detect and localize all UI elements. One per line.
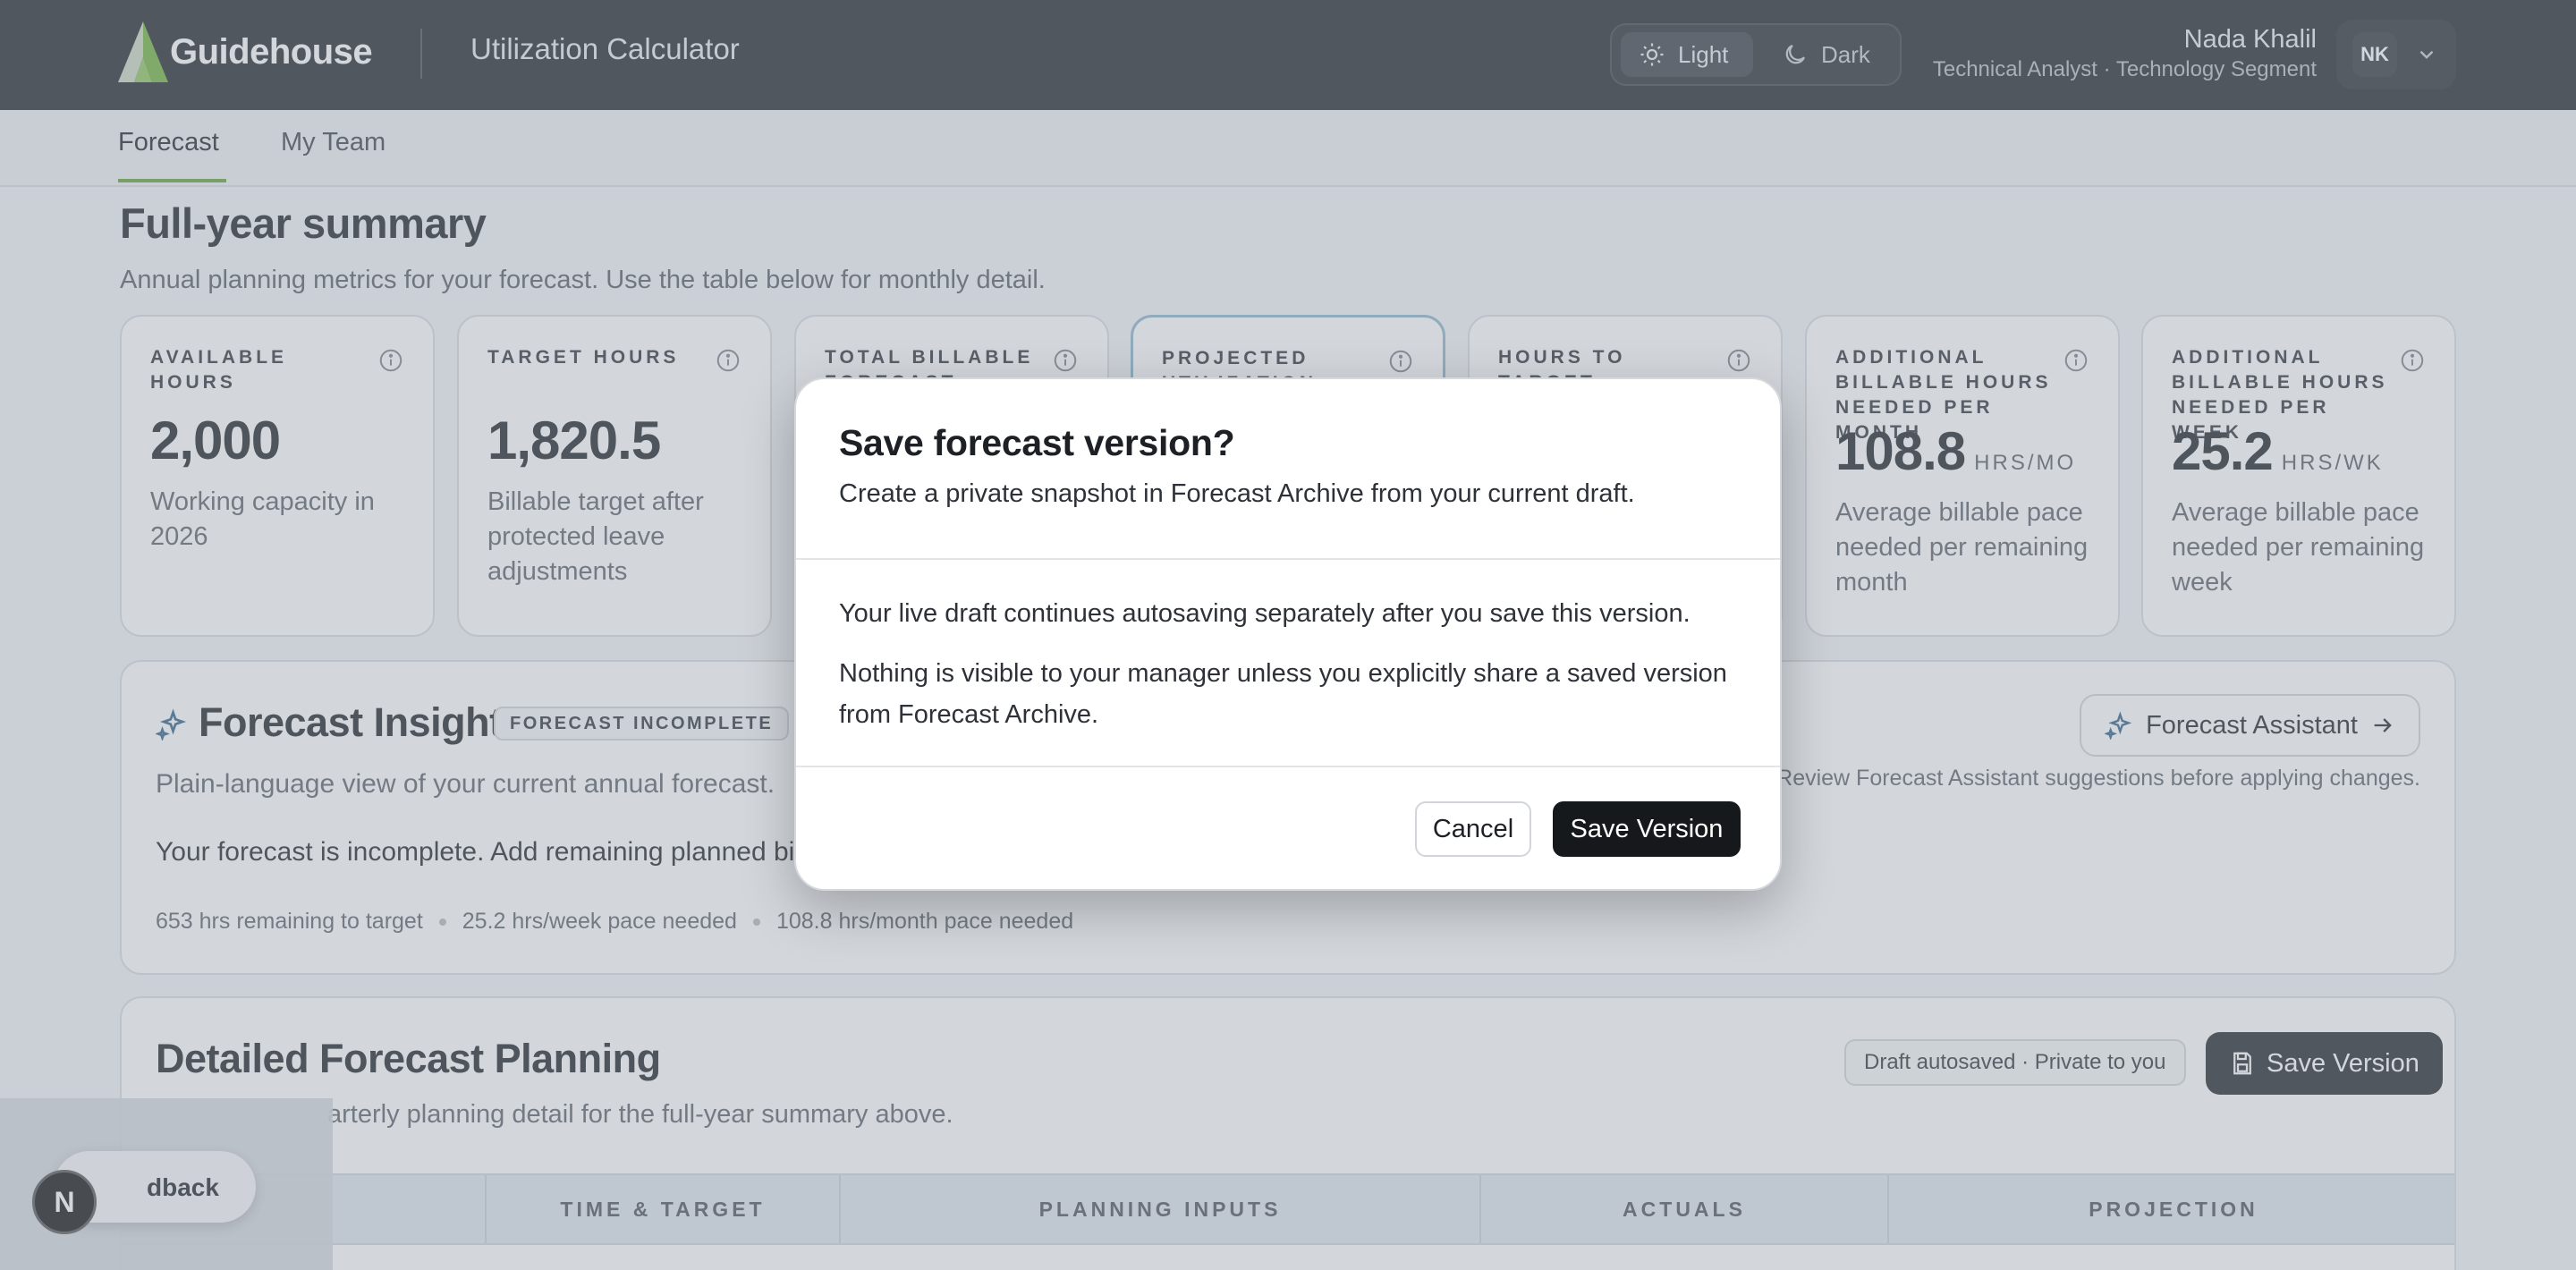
- dialog-divider: [796, 558, 1780, 560]
- confirm-save-version-button[interactable]: Save Version: [1553, 801, 1741, 857]
- dialog-subtitle: Create a private snapshot in Forecast Ar…: [839, 479, 1635, 508]
- dialog-paragraph-privacy: Nothing is visible to your manager unles…: [839, 659, 1727, 729]
- dialog-paragraph-autosave: Your live draft continues autosaving sep…: [839, 599, 1690, 628]
- cancel-button[interactable]: Cancel: [1415, 801, 1531, 857]
- dialog-divider: [796, 766, 1780, 767]
- dialog-title: Save forecast version?: [839, 422, 1235, 463]
- save-version-dialog: Save forecast version? Create a private …: [794, 377, 1782, 891]
